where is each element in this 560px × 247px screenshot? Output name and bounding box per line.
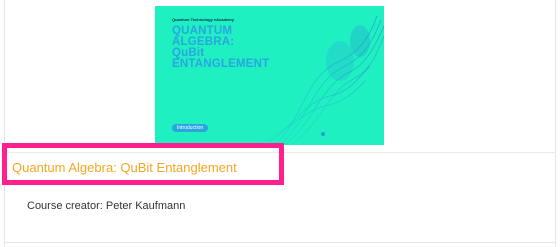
highlight-box [2, 143, 284, 185]
card-border [555, 0, 556, 247]
course-card: Quantum Technology eAcademy QUANTUM ALGE… [0, 0, 560, 247]
course-creator: Course creator: Peter Kaufmann [27, 200, 186, 212]
thumbnail-title-line: ENTANGLEMENT [172, 58, 270, 70]
thumbnail-title: QUANTUM ALGEBRA: QuBit ENTANGLEMENT [172, 25, 312, 70]
card-border [4, 242, 556, 243]
card-border [4, 0, 5, 247]
thumbnail-badge: Introduction [172, 124, 209, 132]
course-thumbnail[interactable]: Quantum Technology eAcademy QUANTUM ALGE… [155, 6, 384, 145]
thumbnail-brand: Quantum Technology eAcademy [172, 17, 234, 22]
